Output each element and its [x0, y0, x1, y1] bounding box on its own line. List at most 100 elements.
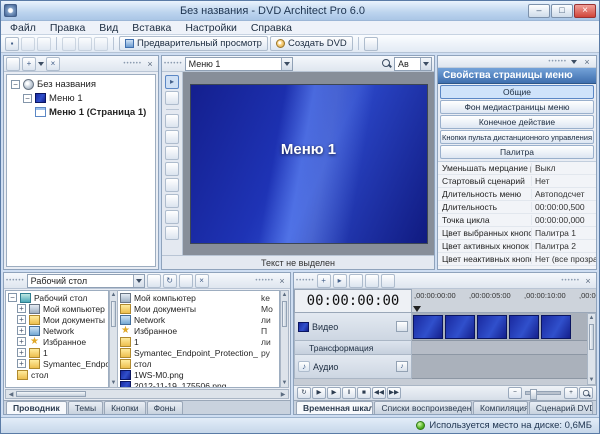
save-project-icon[interactable]	[37, 37, 51, 51]
track-options-icon[interactable]	[396, 321, 408, 332]
project-tree-root[interactable]: Без названия	[7, 77, 155, 91]
play-icon[interactable]	[327, 387, 341, 399]
close-icon[interactable]	[574, 4, 596, 18]
delete-icon[interactable]	[195, 274, 209, 288]
file-list-item[interactable]: Мои документы Мо	[118, 303, 279, 314]
zoom-out-icon[interactable]	[508, 387, 522, 399]
align-right-icon[interactable]	[165, 146, 179, 160]
selection-tool-icon[interactable]	[165, 75, 179, 89]
insert-media-icon[interactable]	[317, 274, 331, 288]
project-tree-menu1-page1[interactable]: Меню 1 (Страница 1)	[7, 105, 155, 119]
tab-explorer[interactable]: Проводник	[6, 401, 67, 414]
prop-row[interactable]: Цвет выбранных кнопок Палитра 1	[438, 227, 596, 240]
panel-close-icon[interactable]	[144, 58, 156, 70]
playhead-marker[interactable]	[413, 306, 421, 312]
video-frame-thumbnail[interactable]	[445, 315, 475, 339]
folder-tree-item[interactable]: Избранное	[6, 336, 108, 347]
snap-icon[interactable]	[365, 274, 379, 288]
align-top-icon[interactable]	[165, 162, 179, 176]
play-from-start-icon[interactable]	[312, 387, 326, 399]
expand-collapse-icon[interactable]	[17, 315, 26, 324]
minimize-icon[interactable]	[528, 4, 550, 18]
file-list-item[interactable]: Избранное П	[118, 325, 279, 336]
video-frame-thumbnail[interactable]	[477, 315, 507, 339]
prop-row[interactable]: Точка цикла 00:00:00,000	[438, 214, 596, 227]
tab-backgrounds[interactable]: Фоны	[147, 401, 183, 414]
expand-collapse-icon[interactable]	[17, 326, 26, 335]
file-list-item[interactable]: 2012-11-19_175506.png	[118, 380, 279, 388]
align-left-icon[interactable]	[165, 114, 179, 128]
file-list-item[interactable]: Symantec_Endpoint_Protection_12.1.2_RU..…	[118, 347, 279, 358]
video-track-header[interactable]: Видео	[294, 313, 412, 341]
explorer-horizontal-scrollbar[interactable]: ◀▶	[5, 389, 289, 399]
envelope-icon[interactable]	[349, 274, 363, 288]
expand-collapse-icon[interactable]	[11, 80, 20, 89]
pause-icon[interactable]	[342, 387, 356, 399]
menu-file[interactable]: Файл	[3, 21, 43, 35]
menu-insert[interactable]: Вставка	[125, 21, 178, 35]
zoom-slider[interactable]	[525, 391, 561, 395]
ripple-edit-icon[interactable]	[381, 274, 395, 288]
panel-grip[interactable]	[6, 278, 25, 284]
panel-grip[interactable]	[255, 278, 274, 284]
chevron-down-icon[interactable]	[281, 58, 292, 70]
insert-menu-icon[interactable]	[22, 57, 36, 71]
props-tab-remote-buttons[interactable]: Кнопки пульта дистанционного управления	[440, 130, 594, 144]
cut-icon[interactable]	[62, 37, 76, 51]
expand-collapse-icon[interactable]	[23, 94, 32, 103]
tab-themes[interactable]: Темы	[68, 401, 103, 414]
menu-help[interactable]: Справка	[244, 21, 299, 35]
add-favorite-icon[interactable]	[179, 274, 193, 288]
folder-tree-item[interactable]: Мои документы	[6, 314, 108, 325]
insert-dropdown-icon[interactable]	[38, 62, 44, 66]
align-bottom-icon[interactable]	[165, 194, 179, 208]
refresh-icon[interactable]	[163, 274, 177, 288]
prop-row[interactable]: Стартовый сценарий Нет	[438, 175, 596, 188]
address-select[interactable]: Рабочий стол	[27, 274, 145, 288]
menu-options[interactable]: Настройки	[178, 21, 244, 35]
up-folder-icon[interactable]	[147, 274, 161, 288]
prop-row[interactable]: Уменьшать мерцание раз... Выкл	[438, 162, 596, 175]
make-dvd-button[interactable]: Создать DVD	[270, 36, 353, 51]
props-tab-general[interactable]: Общие	[440, 85, 594, 99]
menu-view[interactable]: Вид	[92, 21, 125, 35]
menu-page-select[interactable]: Меню 1	[185, 57, 293, 71]
props-tab-background[interactable]: Фон медиастраницы меню	[440, 100, 594, 114]
loop-playback-icon[interactable]	[297, 387, 311, 399]
expand-collapse-icon[interactable]	[17, 304, 26, 313]
selection-tool-icon[interactable]	[333, 274, 347, 288]
panel-grip[interactable]	[123, 61, 142, 67]
speaker-icon[interactable]	[396, 361, 408, 372]
open-project-icon[interactable]	[21, 37, 35, 51]
show-preview-icon[interactable]	[6, 57, 20, 71]
folder-tree-item[interactable]: 1	[6, 347, 108, 358]
panel-grip[interactable]	[548, 59, 567, 65]
align-middle-icon[interactable]	[165, 178, 179, 192]
folder-tree-item[interactable]: Network	[6, 325, 108, 336]
tab-compilation[interactable]: Компиляция	[473, 401, 528, 414]
panel-grip[interactable]	[296, 278, 315, 284]
project-properties-icon[interactable]	[364, 37, 378, 51]
file-list-item[interactable]: 1 ли	[118, 336, 279, 347]
panel-grip[interactable]	[164, 61, 183, 67]
timeline-ruler[interactable]: ,00:00:00:00 ,00:00:05:00 ,00:00:10:00 ,…	[412, 289, 596, 313]
prop-row[interactable]: Цвет активных кнопок Палитра 2	[438, 240, 596, 253]
tab-timeline[interactable]: Временная шкала	[296, 401, 373, 414]
transform-track-content[interactable]	[412, 341, 587, 355]
audio-track-content[interactable]	[412, 355, 587, 379]
order-back-icon[interactable]	[165, 226, 179, 240]
transform-track-header[interactable]: Трансформация	[294, 341, 412, 355]
tab-buttons[interactable]: Кнопки	[104, 401, 145, 414]
project-tree-menu1[interactable]: Меню 1	[7, 91, 155, 105]
panel-close-icon[interactable]	[276, 275, 288, 287]
sizing-tool-icon[interactable]	[165, 91, 179, 105]
next-frame-icon[interactable]	[387, 387, 401, 399]
panel-close-icon[interactable]	[582, 275, 594, 287]
menu-edit[interactable]: Правка	[43, 21, 92, 35]
video-frame-thumbnail[interactable]	[509, 315, 539, 339]
expand-collapse-icon[interactable]	[8, 293, 17, 302]
file-list-item[interactable]: Мой компьютер ke	[118, 292, 279, 303]
props-tab-end-action[interactable]: Конечное действие	[440, 115, 594, 129]
file-list-item[interactable]: 1WS-M0.png	[118, 369, 279, 380]
maximize-icon[interactable]	[551, 4, 573, 18]
